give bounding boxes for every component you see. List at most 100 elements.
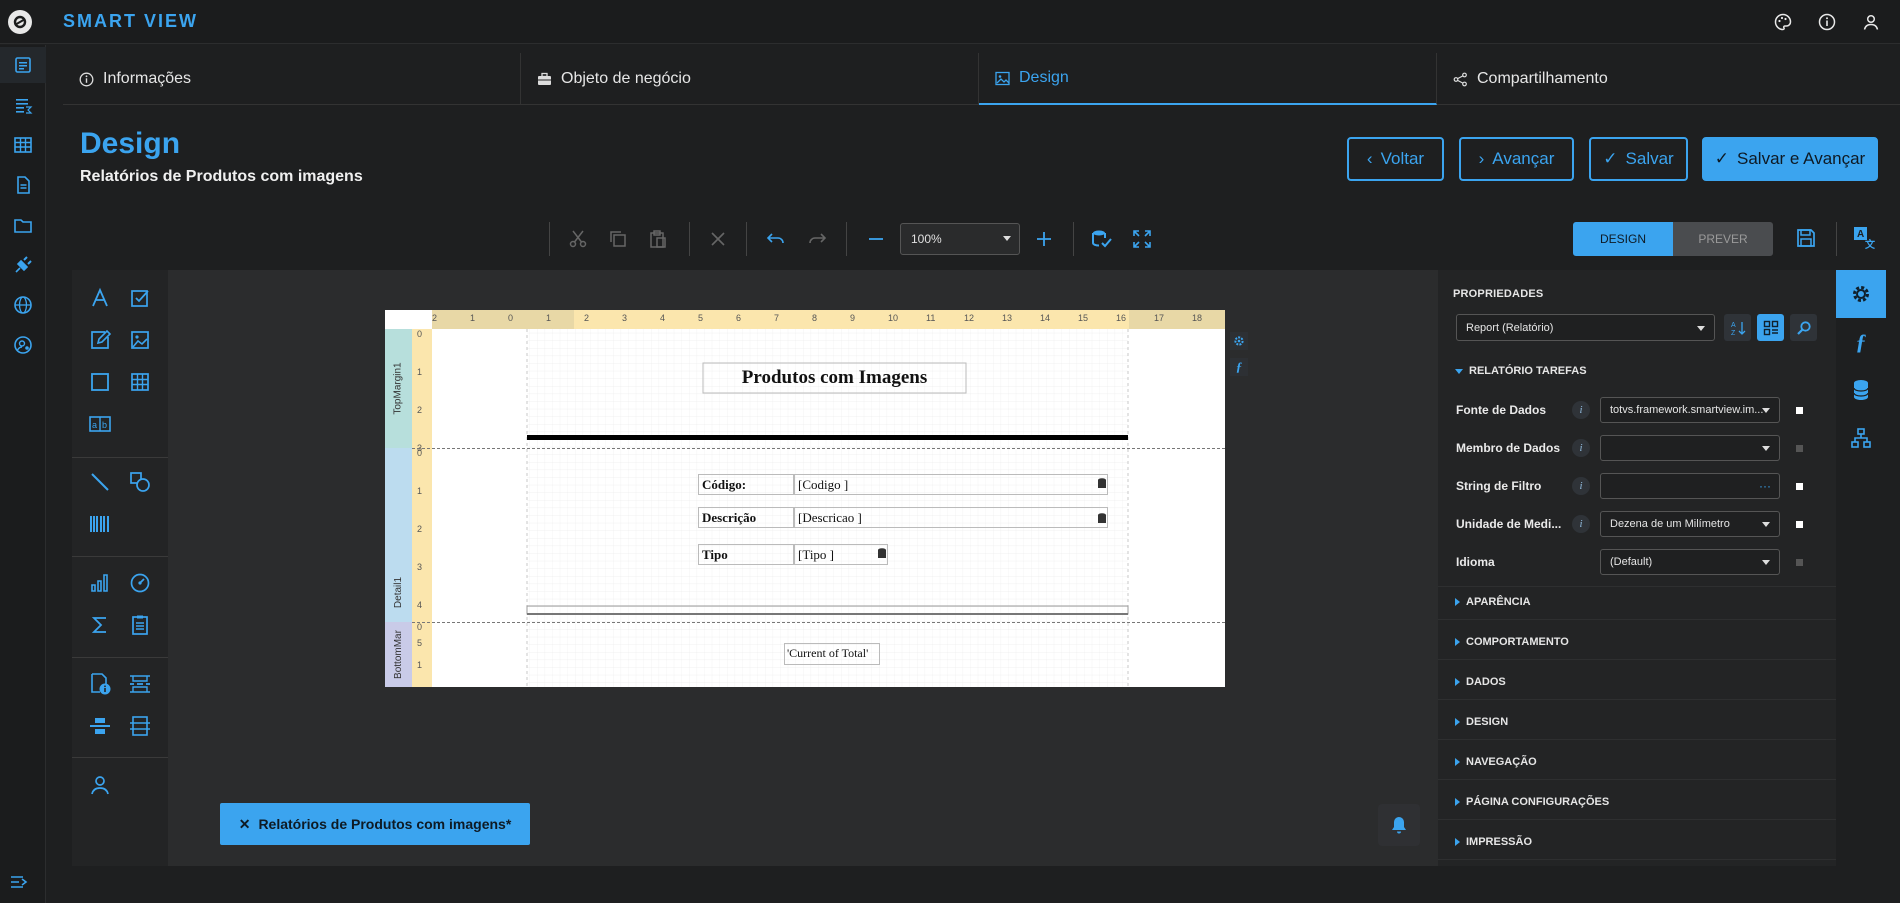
ruler-tick-label: 1 <box>417 367 423 377</box>
section-pagina-configuracoes[interactable]: PÁGINA CONFIGURAÇÕES <box>1455 796 1609 808</box>
string-de-filtro-field[interactable]: ··· <box>1600 473 1780 499</box>
nav-globe-icon[interactable] <box>0 287 46 323</box>
ruler-tick-label: 0 <box>417 448 423 458</box>
character-comb-tool-icon[interactable]: ab <box>85 409 115 439</box>
section-dados[interactable]: DADOS <box>1455 676 1506 688</box>
field-list-database-icon[interactable] <box>1836 366 1886 414</box>
info-icon[interactable]: i <box>1572 477 1590 495</box>
checkbox-tool-icon[interactable] <box>125 283 155 313</box>
label-tool-icon[interactable] <box>85 283 115 313</box>
user-icon[interactable] <box>1860 11 1882 33</box>
zoom-in-icon[interactable] <box>1030 226 1058 252</box>
tab-objeto-de-negocio[interactable]: Objeto de negócio <box>521 53 979 105</box>
rich-text-tool-icon[interactable] <box>85 325 115 355</box>
field-tipo[interactable]: [Tipo ] <box>794 544 888 565</box>
save-and-next-button[interactable]: ✓ Salvar e Avançar <box>1702 137 1878 181</box>
collapse-menu-icon[interactable] <box>10 874 28 890</box>
tab-informacoes[interactable]: Informações <box>63 53 521 105</box>
footer-page-info[interactable]: 'Current of Total' <box>784 643 880 665</box>
field-codigo[interactable]: [Codigo ] <box>794 474 1108 495</box>
zoom-out-icon[interactable] <box>862 226 890 252</box>
section-navegacao[interactable]: NAVEGAÇÃO <box>1455 756 1537 768</box>
section-design[interactable]: DESIGN <box>1455 716 1508 728</box>
validate-database-icon[interactable] <box>1088 226 1116 252</box>
section-aparencia[interactable]: APARÊNCIA <box>1455 596 1531 608</box>
subreport-tool-icon[interactable] <box>125 610 155 640</box>
label-descricao[interactable]: Descrição <box>698 507 794 528</box>
cross-band-box-tool-icon[interactable] <box>125 711 155 741</box>
close-icon[interactable]: ✕ <box>239 816 251 833</box>
fullscreen-icon[interactable] <box>1128 226 1156 252</box>
nav-folder-icon[interactable] <box>0 207 46 243</box>
section-impressao[interactable]: IMPRESSÃO <box>1455 836 1532 848</box>
undo-icon[interactable] <box>762 226 790 252</box>
label-tipo[interactable]: Tipo <box>698 544 794 565</box>
shape-tool-icon[interactable] <box>125 467 155 497</box>
section-comportamento[interactable]: COMPORTAMENTO <box>1455 636 1569 648</box>
info-icon[interactable]: i <box>1572 401 1590 419</box>
delete-icon[interactable] <box>704 226 732 252</box>
unidade-de-medida-select[interactable]: Dezena de um Milímetro <box>1600 511 1780 537</box>
info-icon[interactable]: i <box>1572 439 1590 457</box>
page-info-tool-icon[interactable] <box>85 669 115 699</box>
membro-de-dados-select[interactable] <box>1600 435 1780 461</box>
nav-document-icon[interactable] <box>0 167 46 203</box>
next-button[interactable]: › Avançar <box>1459 137 1574 181</box>
palette-icon[interactable] <box>1772 11 1794 33</box>
preview-mode-button[interactable]: PREVER <box>1673 222 1773 256</box>
label-codigo[interactable]: Código: <box>698 474 794 495</box>
cross-band-line-tool-icon[interactable] <box>85 711 115 741</box>
ruler-tick-label: 1 <box>417 660 423 670</box>
line-tool-icon[interactable] <box>85 467 115 497</box>
copy-icon[interactable] <box>604 226 632 252</box>
nav-plug-icon[interactable] <box>0 247 46 283</box>
info-icon[interactable]: i <box>1572 515 1590 533</box>
sum-tool-icon[interactable] <box>85 610 115 640</box>
chevron-down-icon <box>1697 326 1705 331</box>
report-function-icon[interactable]: ƒ <box>1230 358 1248 376</box>
field-descricao[interactable]: [Descricao ] <box>794 507 1108 528</box>
nav-reports-icon[interactable] <box>0 47 46 83</box>
sort-alpha-icon[interactable]: AZ <box>1724 314 1751 341</box>
report-title-label[interactable]: Produtos com Imagens <box>703 363 966 393</box>
document-tab[interactable]: ✕ Relatórios de Produtos com imagens* <box>220 803 530 845</box>
gauge-tool-icon[interactable] <box>125 568 155 598</box>
page-break-tool-icon[interactable] <box>125 669 155 699</box>
back-button[interactable]: ‹ Voltar <box>1347 137 1444 181</box>
notification-bell-icon[interactable] <box>1378 804 1420 846</box>
ruler-tick-label: 10 <box>888 313 899 323</box>
nav-user-settings-icon[interactable] <box>0 327 46 363</box>
ruler-tick-label: 16 <box>1116 313 1127 323</box>
zoom-select[interactable]: 100% <box>900 223 1020 255</box>
fonte-de-dados-select[interactable]: totvs.framework.smartview.im... <box>1600 397 1780 423</box>
panel-tool-icon[interactable] <box>85 367 115 397</box>
search-icon[interactable] <box>1790 314 1817 341</box>
design-mode-button[interactable]: DESIGN <box>1573 222 1673 256</box>
properties-gear-icon[interactable] <box>1836 270 1886 318</box>
categorize-icon[interactable] <box>1757 314 1784 341</box>
paste-icon[interactable] <box>644 226 672 252</box>
tab-design[interactable]: Design <box>979 53 1437 105</box>
report-explorer-tree-icon[interactable] <box>1836 414 1886 462</box>
report-settings-icon[interactable] <box>1230 332 1248 350</box>
ellipsis-icon[interactable]: ··· <box>1759 479 1771 493</box>
expressions-function-icon[interactable]: ƒ <box>1836 318 1886 366</box>
save-button[interactable]: ✓ Salvar <box>1589 137 1688 181</box>
user-tool-icon[interactable] <box>85 770 115 800</box>
nav-list-icon[interactable] <box>0 87 46 123</box>
barcode-tool-icon[interactable] <box>85 509 115 539</box>
tab-compartilhamento[interactable]: Compartilhamento <box>1437 53 1895 105</box>
picture-tool-icon[interactable] <box>125 325 155 355</box>
info-icon[interactable] <box>1816 11 1838 33</box>
chart-tool-icon[interactable] <box>85 568 115 598</box>
cut-icon[interactable] <box>564 226 592 252</box>
header-line[interactable] <box>527 435 1128 440</box>
save-file-icon[interactable] <box>1792 225 1820 251</box>
table-tool-icon[interactable] <box>125 367 155 397</box>
redo-icon[interactable] <box>803 226 831 252</box>
section-relatorio-tarefas[interactable]: RELATÓRIO TAREFAS <box>1455 365 1587 377</box>
nav-table-icon[interactable] <box>0 127 46 163</box>
object-selector[interactable]: Report (Relatório) <box>1456 314 1715 341</box>
translate-icon[interactable]: A文 <box>1851 225 1879 251</box>
idioma-select[interactable]: (Default) <box>1600 549 1780 575</box>
